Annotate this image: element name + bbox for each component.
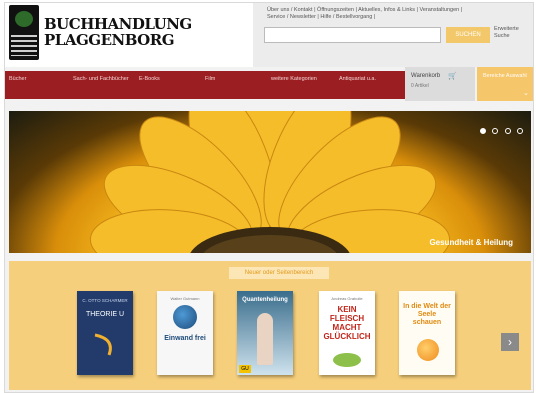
site-header: BUCHHANDLUNG PLAGGENBORG Über uns / Kont… bbox=[5, 3, 533, 67]
globe-icon bbox=[173, 305, 197, 329]
book-cover[interactable]: C. OTTO SCHARMER THEORIE U bbox=[77, 291, 133, 375]
vegetable-illustration bbox=[333, 353, 361, 367]
carousel-dot[interactable] bbox=[504, 128, 511, 134]
brand-name[interactable]: BUCHHANDLUNG PLAGGENBORG bbox=[44, 16, 192, 48]
tree-icon bbox=[15, 11, 33, 27]
book-author: C. OTTO SCHARMER bbox=[82, 298, 128, 303]
section-title: Neuer oder Seitenbereich bbox=[229, 267, 329, 279]
search-input[interactable] bbox=[264, 27, 441, 43]
nav-item-books[interactable]: Bücher bbox=[9, 76, 69, 83]
nav-item-more-categories[interactable]: weitere Kategorien bbox=[271, 76, 331, 83]
book-title: Einwand frei bbox=[164, 335, 206, 342]
carousel-dot[interactable] bbox=[517, 128, 523, 134]
cart-count: 0 Artikel bbox=[411, 83, 429, 89]
cart-box[interactable]: Warenkorb 🛒 0 Artikel bbox=[405, 67, 475, 101]
top-links-line2[interactable]: Service / Newsletter | Hilfe / Bestellvo… bbox=[267, 14, 517, 21]
book-title: THEORIE U bbox=[85, 311, 125, 318]
logo-text-block bbox=[11, 32, 37, 56]
brand-name-line2: PLAGGENBORG bbox=[44, 31, 175, 49]
hero-caption: Gesundheit & Heilung bbox=[429, 238, 513, 247]
brand-name-line1: BUCHHANDLUNG bbox=[44, 15, 192, 33]
hero-banner[interactable]: Gesundheit & Heilung bbox=[9, 111, 531, 253]
chevron-down-icon: ⌄ bbox=[523, 90, 529, 97]
cart-icon: 🛒 bbox=[448, 73, 457, 80]
person-figure bbox=[257, 313, 273, 365]
arrow-graphic-icon bbox=[94, 333, 112, 356]
book-author: Walter Gutmann bbox=[170, 296, 200, 301]
nav-item-film[interactable]: Film bbox=[205, 76, 265, 83]
top-utility-bar: Über uns / Kontakt | Öffnungszeiten | Ak… bbox=[253, 3, 533, 67]
next-arrow-button[interactable]: › bbox=[501, 333, 519, 351]
book-cover[interactable]: In die Welt der Seele schauen bbox=[399, 291, 455, 375]
topic-selector[interactable]: Bereiche Auswahl ⌄ bbox=[477, 67, 533, 101]
top-links[interactable]: Über uns / Kontakt | Öffnungszeiten | Ak… bbox=[267, 7, 517, 21]
search-button[interactable]: SUCHEN bbox=[446, 27, 490, 43]
figure-illustration bbox=[417, 339, 439, 361]
nav-item-antiquarian[interactable]: Antiquariat u.a. bbox=[339, 76, 401, 83]
advanced-search-link[interactable]: Erweiterte Suche bbox=[494, 26, 528, 40]
logo-icon[interactable] bbox=[9, 5, 39, 60]
carousel-dot[interactable] bbox=[479, 128, 486, 134]
book-carousel: Neuer oder Seitenbereich C. OTTO SCHARME… bbox=[9, 261, 531, 390]
book-title: KEIN FLEISCH MACHT GLÜCKLICH bbox=[323, 305, 371, 341]
carousel-dots bbox=[478, 121, 523, 139]
cart-label: Warenkorb bbox=[411, 73, 441, 79]
top-links-line1[interactable]: Über uns / Kontakt | Öffnungszeiten | Ak… bbox=[267, 7, 517, 14]
book-title: In die Welt der Seele schauen bbox=[403, 303, 451, 326]
book-cover[interactable]: Walter Gutmann Einwand frei bbox=[157, 291, 213, 375]
carousel-dot[interactable] bbox=[492, 128, 499, 134]
sunflower-image bbox=[89, 111, 451, 253]
main-nav: Bücher Sach- und Fachbücher E-Books Film… bbox=[5, 71, 405, 99]
book-cover[interactable]: Andreas Grabolle KEIN FLEISCH MACHT GLÜC… bbox=[319, 291, 375, 375]
nav-item-nonfiction[interactable]: Sach- und Fachbücher bbox=[73, 76, 131, 83]
publisher-badge: GU bbox=[239, 365, 251, 373]
book-author: Andreas Grabolle bbox=[331, 296, 363, 301]
nav-item-ebooks[interactable]: E-Books bbox=[139, 76, 199, 83]
browser-page: BUCHHANDLUNG PLAGGENBORG Über uns / Kont… bbox=[4, 2, 534, 393]
book-title: Quantenheilung bbox=[242, 297, 288, 303]
topic-label: Bereiche Auswahl bbox=[483, 73, 527, 79]
book-cover[interactable]: Quantenheilung GU bbox=[237, 291, 293, 375]
